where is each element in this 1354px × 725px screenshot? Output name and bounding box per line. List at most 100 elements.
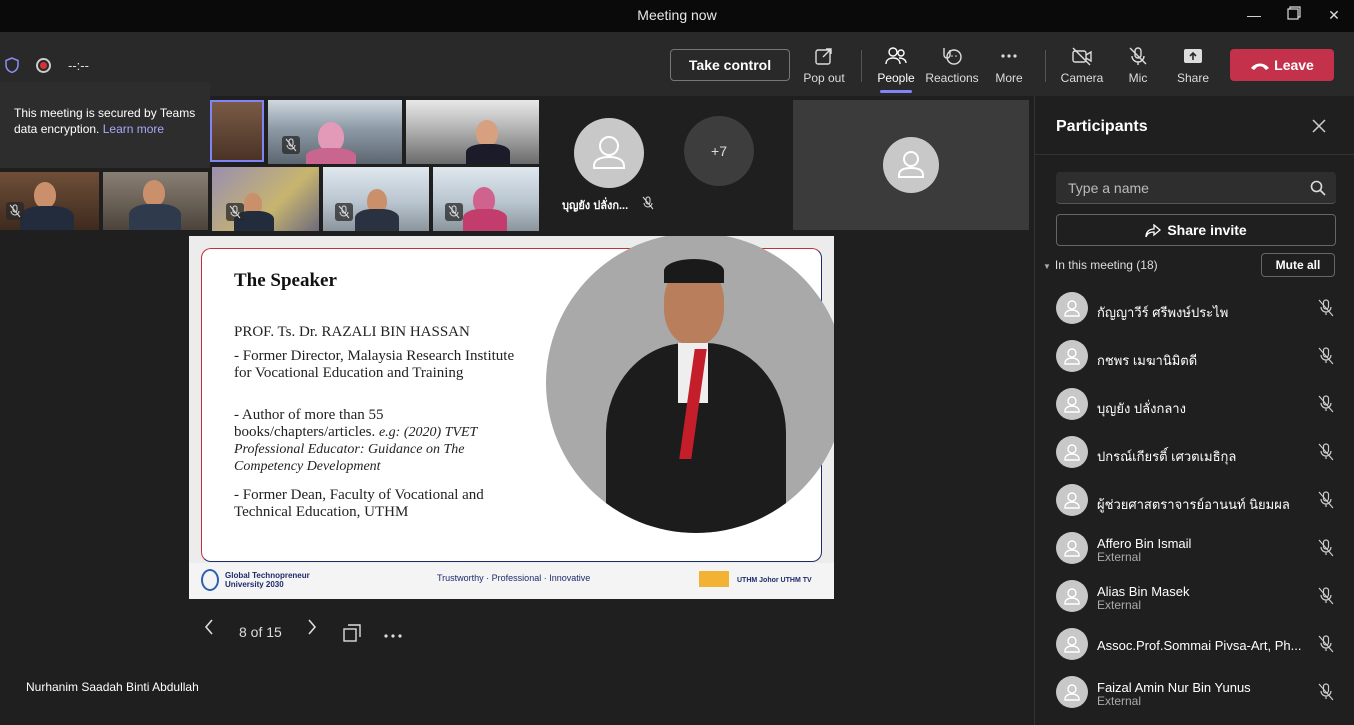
person-icon	[1064, 492, 1080, 509]
share-invite-icon	[1145, 223, 1162, 238]
slide-more-button[interactable]	[383, 626, 403, 642]
participant-video	[143, 180, 165, 206]
university-logo	[201, 569, 219, 591]
in-meeting-section-toggle[interactable]: ▼ In this meeting (18)	[1043, 258, 1158, 272]
muted-icon	[642, 196, 654, 210]
minimize-icon[interactable]: —	[1244, 5, 1264, 25]
participant-video	[129, 204, 181, 230]
participant-row[interactable]: ผู้ช่วยศาสตราจารย์อานนท์ นิยมผล	[1035, 478, 1354, 526]
leave-button[interactable]: Leave	[1230, 49, 1334, 81]
pop-out-button[interactable]: Pop out	[794, 46, 854, 85]
panel-title: Participants	[1056, 118, 1148, 135]
participant-subtitle: External	[1097, 694, 1142, 708]
speaker-photo	[546, 236, 834, 533]
take-control-button[interactable]: Take control	[670, 49, 790, 81]
slide-footer-line: University 2030	[225, 580, 284, 589]
shield-icon[interactable]	[5, 57, 19, 73]
reactions-button[interactable]: Reactions	[922, 46, 982, 85]
participant-row[interactable]: Assoc.Prof.Sommai Pivsa-Art, Ph...	[1035, 622, 1354, 670]
participant-row[interactable]: Alias Bin Masek External	[1035, 574, 1354, 622]
participant-avatar	[1056, 532, 1088, 564]
slide-footer-tagline: Trustworthy · Professional · Innovative	[437, 573, 591, 583]
person-icon	[1064, 636, 1080, 653]
share-invite-button[interactable]: Share invite	[1056, 214, 1336, 246]
muted-icon	[445, 203, 463, 221]
participant-avatar	[1056, 388, 1088, 420]
restore-icon[interactable]	[1284, 5, 1304, 25]
participant-video	[34, 182, 56, 208]
more-icon	[384, 634, 402, 638]
person-icon	[1064, 684, 1080, 701]
hang-up-icon	[1251, 63, 1270, 71]
video-tile[interactable]	[323, 167, 429, 231]
share-label: Share	[1176, 71, 1210, 85]
more-participants-button[interactable]: +7	[684, 116, 754, 186]
mic-button[interactable]: Mic	[1108, 46, 1168, 85]
video-tile[interactable]	[406, 100, 539, 164]
divider	[1035, 154, 1354, 155]
muted-icon	[335, 203, 353, 221]
meeting-timer: --:--	[68, 58, 89, 73]
learn-more-link[interactable]: Learn more	[103, 122, 164, 136]
video-tile[interactable]	[103, 172, 208, 230]
shared-slide[interactable]: The Speaker PROF. Ts. Dr. RAZALI BIN HAS…	[189, 236, 834, 599]
person-icon	[1064, 444, 1080, 461]
participant-name: ผู้ช่วยศาสตราจารย์อานนท์ นิยมผล	[1097, 497, 1290, 512]
video-tile[interactable]	[0, 172, 99, 230]
speaker-name: PROF. Ts. Dr. RAZALI BIN HASSAN	[234, 324, 470, 340]
video-tile[interactable]	[433, 167, 539, 231]
participant-name-tag: บุญยัง ปลั่งก...	[562, 200, 629, 212]
in-meeting-label: In this meeting (18)	[1054, 258, 1158, 272]
participant-row[interactable]: Affero Bin Ismail External	[1035, 526, 1354, 574]
camera-button[interactable]: Camera	[1052, 46, 1112, 85]
person-icon	[1064, 396, 1080, 413]
encryption-tooltip: This meeting is secured by Teams data en…	[0, 82, 210, 168]
slide-bullet-text: - Author of more than 55 books/chapters/…	[234, 407, 384, 440]
participant-row[interactable]: กัญญาวีร์ ศรีพงษ์ประไพ	[1035, 286, 1354, 334]
video-tile[interactable]	[210, 100, 264, 162]
mute-all-button[interactable]: Mute all	[1261, 253, 1335, 277]
participant-name: กชพร เมฆานิมิตดี	[1097, 353, 1198, 368]
participant-subtitle: External	[1097, 598, 1142, 612]
caret-down-icon: ▼	[1043, 262, 1051, 271]
toolbar-divider	[1045, 50, 1046, 82]
video-tile[interactable]	[212, 167, 319, 231]
participant-search-input[interactable]: Type a name	[1056, 172, 1336, 204]
share-icon	[1184, 49, 1202, 63]
participant-row[interactable]: ปกรณ์เกียรติ์ เศวตเมธิกุล	[1035, 430, 1354, 478]
person-icon	[1064, 300, 1080, 317]
search-placeholder: Type a name	[1068, 180, 1149, 196]
participant-row[interactable]: กชพร เมฆานิมิตดี	[1035, 334, 1354, 382]
muted-mic-icon	[1318, 683, 1334, 701]
next-slide-button[interactable]	[306, 618, 318, 639]
participant-avatar	[1056, 340, 1088, 372]
video-tile[interactable]	[268, 100, 402, 164]
participant-avatar[interactable]	[574, 118, 644, 188]
muted-icon	[6, 202, 24, 220]
more-icon	[1001, 54, 1017, 58]
video-tile[interactable]	[793, 100, 1029, 230]
participant-row[interactable]: บุญยัง ปลั่งกลาง	[1035, 382, 1354, 430]
participant-subtitle: External	[1097, 550, 1142, 564]
people-button[interactable]: People	[866, 46, 926, 93]
participant-avatar	[1056, 484, 1088, 516]
person-icon	[1064, 348, 1080, 365]
participant-video	[463, 209, 507, 231]
slide-bullet: - Former Director, Malaysia Research Ins…	[234, 348, 515, 381]
search-icon	[1310, 180, 1326, 196]
window-title: Meeting now	[637, 7, 717, 23]
slide-grid-button[interactable]	[343, 624, 361, 645]
share-button[interactable]: Share	[1163, 46, 1223, 85]
close-panel-button[interactable]	[1311, 118, 1327, 139]
leave-label: Leave	[1274, 57, 1314, 73]
share-invite-label: Share invite	[1167, 222, 1247, 238]
mic-label: Mic	[1128, 71, 1148, 85]
close-icon[interactable]: ✕	[1324, 5, 1344, 25]
participant-row[interactable]: Faizal Amin Nur Bin Yunus External	[1035, 670, 1354, 718]
participant-avatar	[1056, 676, 1088, 708]
previous-slide-button[interactable]	[203, 618, 215, 639]
muted-mic-icon	[1318, 443, 1334, 461]
more-button[interactable]: More	[979, 46, 1039, 85]
speaker-photo	[664, 259, 724, 283]
slide-bullet: - Author of more than 55 books/chapters/…	[234, 407, 514, 475]
